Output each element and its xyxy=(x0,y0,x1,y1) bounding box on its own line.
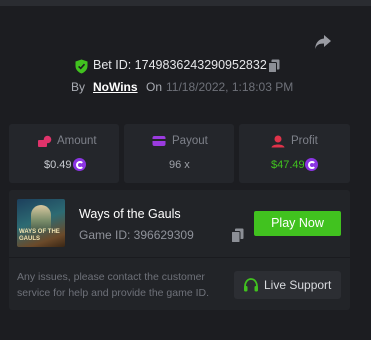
copy-game-id-icon[interactable] xyxy=(231,228,244,243)
game-id: Game ID: 396629309 xyxy=(79,228,194,242)
live-support-button[interactable]: Live Support xyxy=(234,271,341,299)
payout-value: 96 x xyxy=(169,159,190,171)
share-icon[interactable] xyxy=(314,34,332,50)
user-link[interactable]: NoWins xyxy=(93,80,138,94)
headset-icon xyxy=(244,278,258,292)
currency-coin-icon xyxy=(73,158,86,171)
top-scroll-strip xyxy=(0,0,371,6)
play-now-button[interactable]: Play Now xyxy=(254,211,341,236)
by-label: By xyxy=(71,80,86,94)
bet-id-row: Bet ID: 1749836243290952832 xyxy=(0,57,371,75)
profit-icon xyxy=(271,135,285,148)
game-title[interactable]: Ways of the Gauls xyxy=(79,207,181,221)
currency-coin-icon xyxy=(305,158,318,171)
amount-value: $0.49 xyxy=(44,159,72,171)
payout-card: Payout 96 x xyxy=(124,124,234,183)
amount-label: Amount xyxy=(57,135,97,147)
live-support-label: Live Support xyxy=(264,278,332,292)
profit-label: Profit xyxy=(291,135,318,147)
copy-bet-id-icon[interactable] xyxy=(268,59,280,73)
wallet-icon xyxy=(152,136,166,146)
verified-shield-icon xyxy=(75,59,88,74)
coins-icon xyxy=(38,135,52,147)
bet-id-text: Bet ID: 1749836243290952832 xyxy=(93,58,267,72)
profit-value: $47.49 xyxy=(271,159,305,171)
divider xyxy=(9,257,350,258)
on-label: On xyxy=(146,80,163,94)
profit-card: Profit $47.49 xyxy=(239,124,350,183)
thumbnail-figure xyxy=(31,205,51,231)
payout-label: Payout xyxy=(172,135,208,147)
game-panel: WAYS OF THE GAULS Ways of the Gauls Game… xyxy=(9,190,350,310)
game-thumbnail[interactable]: WAYS OF THE GAULS xyxy=(17,199,65,247)
help-text: Any issues, please contact the customer … xyxy=(17,271,210,299)
bet-meta-row: By NoWins On 11/18/2022, 1:18:03 PM xyxy=(0,80,371,96)
amount-card: Amount $0.49 xyxy=(9,124,119,183)
bet-date: 11/18/2022, 1:18:03 PM xyxy=(166,80,294,94)
thumbnail-title: WAYS OF THE GAULS xyxy=(19,229,60,242)
